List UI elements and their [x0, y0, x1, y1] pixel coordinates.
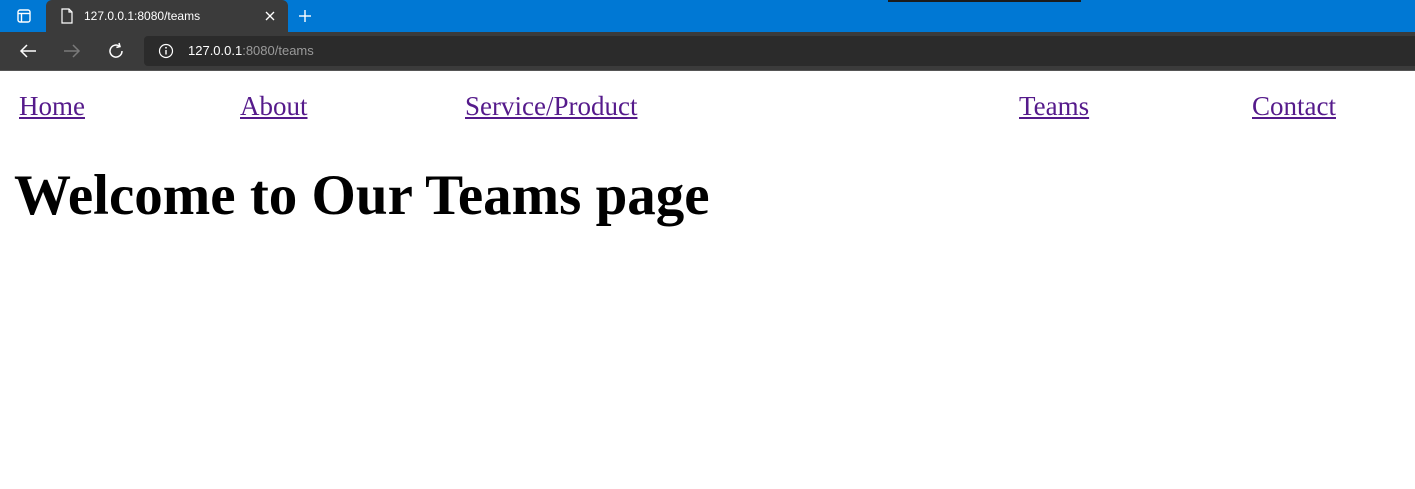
tab-strip: 127.0.0.1:8080/teams — [0, 0, 1415, 32]
close-icon[interactable] — [262, 8, 278, 24]
nav-link-about[interactable]: About — [240, 91, 308, 121]
url-text[interactable]: 127.0.0.1:8080/teams — [188, 43, 314, 59]
nav-link-home[interactable]: Home — [19, 91, 85, 121]
refresh-icon[interactable] — [104, 40, 128, 62]
document-icon — [60, 8, 74, 24]
url-host: 127.0.0.1 — [188, 43, 243, 58]
title-bar-strip — [888, 0, 1081, 2]
browser-toolbar: 127.0.0.1:8080/teams — [0, 32, 1415, 71]
browser-tab-active[interactable]: 127.0.0.1:8080/teams — [46, 0, 288, 32]
nav-link-contact[interactable]: Contact — [1252, 91, 1336, 121]
page-content: Home About Service/Product Teams Contact… — [0, 71, 1415, 489]
new-tab-icon[interactable] — [295, 6, 315, 26]
page-title: Welcome to Our Teams page — [14, 164, 710, 227]
nav-link-teams[interactable]: Teams — [1019, 91, 1089, 121]
info-icon[interactable] — [158, 43, 174, 59]
forward-arrow-icon[interactable] — [60, 40, 84, 62]
url-path: :8080/teams — [242, 43, 314, 58]
tab-actions-icon[interactable] — [8, 6, 40, 26]
nav-link-service-product[interactable]: Service/Product — [465, 91, 637, 121]
tab-title: 127.0.0.1:8080/teams — [84, 9, 201, 23]
back-arrow-icon[interactable] — [16, 40, 40, 62]
address-bar[interactable]: 127.0.0.1:8080/teams — [144, 36, 1415, 66]
